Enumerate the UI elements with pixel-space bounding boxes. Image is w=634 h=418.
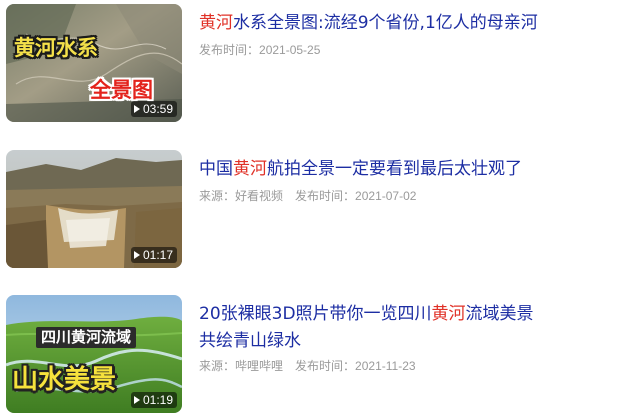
play-icon: [133, 105, 140, 113]
duration-text: 01:17: [142, 248, 173, 262]
video-result-item: 01:17 中国黄河航拍全景一定要看到最后太壮观了 来源：好看视频 发布时间：20…: [6, 150, 626, 268]
video-duration-badge: 01:17: [130, 247, 177, 263]
video-title-link[interactable]: 中国黄河航拍全景一定要看到最后太壮观了: [199, 156, 619, 183]
source-value: 好看视频: [235, 189, 284, 203]
video-info: 黄河水系全景图:流经9个省份,1亿人的母亲河 发布时间：2021-05-25: [199, 10, 619, 59]
title-text: 流域美景: [465, 304, 534, 324]
title-keyword: 黄河: [199, 13, 233, 33]
duration-text: 03:59: [142, 102, 173, 116]
video-thumbnail[interactable]: 四川黄河流域 山水美景 01:19: [6, 295, 182, 413]
publish-date: 2021-05-25: [259, 43, 321, 57]
source-label: 来源：: [199, 359, 236, 373]
thumbnail-caption: 四川黄河流域: [36, 327, 137, 348]
title-text: 航拍全景一定要看到最后太壮观了: [267, 159, 522, 179]
date-label: 发布时间：: [295, 189, 356, 203]
thumbnail-caption: 黄河水系: [14, 36, 98, 60]
title-keyword: 黄河: [233, 159, 267, 179]
video-meta: 来源：好看视频 发布时间：2021-07-02: [199, 187, 619, 205]
title-keyword: 黄河: [431, 304, 466, 324]
video-duration-badge: 03:59: [130, 101, 177, 117]
video-meta: 发布时间：2021-05-25: [199, 41, 619, 59]
publish-date: 2021-11-23: [355, 359, 416, 373]
date-label: 发布时间：: [295, 359, 356, 373]
thumbnail-caption: 全景图: [90, 78, 153, 102]
play-icon: [133, 396, 140, 404]
source-label: 来源：: [199, 189, 236, 203]
video-thumbnail[interactable]: 黄河水系 全景图 03:59: [6, 4, 182, 122]
publish-date: 2021-07-02: [355, 189, 417, 203]
date-label: 发布时间：: [199, 43, 260, 57]
duration-text: 01:19: [142, 393, 173, 407]
thumbnail-caption: 山水美景: [12, 365, 117, 395]
video-info: 中国黄河航拍全景一定要看到最后太壮观了 来源：好看视频 发布时间：2021-07-…: [199, 156, 619, 205]
play-icon: [133, 251, 140, 259]
title-text: 共绘青山绿水: [199, 331, 301, 351]
title-text: 中国: [199, 159, 233, 179]
video-title-link[interactable]: 黄河水系全景图:流经9个省份,1亿人的母亲河: [199, 10, 619, 37]
video-result-item: 黄河水系 全景图 03:59 黄河水系全景图:流经9个省份,1亿人的母亲河 发布…: [6, 4, 626, 122]
title-text: 20张裸眼3D照片带你一览四川: [199, 304, 432, 324]
video-meta: 来源：哔哩哔哩 发布时间：2021-11-23: [199, 357, 619, 375]
video-result-item: 四川黄河流域 山水美景 01:19 20张裸眼3D照片带你一览四川黄河流域美景共…: [6, 295, 626, 413]
video-thumbnail[interactable]: 01:17: [6, 150, 182, 268]
video-results-list: 黄河水系 全景图 03:59 黄河水系全景图:流经9个省份,1亿人的母亲河 发布…: [0, 0, 634, 418]
title-text: 水系全景图:流经9个省份,1亿人的母亲河: [233, 13, 538, 33]
source-value: 哔哩哔哩: [235, 359, 284, 373]
video-title-link[interactable]: 20张裸眼3D照片带你一览四川黄河流域美景共绘青山绿水: [199, 301, 619, 355]
video-duration-badge: 01:19: [130, 392, 177, 408]
video-info: 20张裸眼3D照片带你一览四川黄河流域美景共绘青山绿水 来源：哔哩哔哩 发布时间：…: [199, 301, 619, 375]
